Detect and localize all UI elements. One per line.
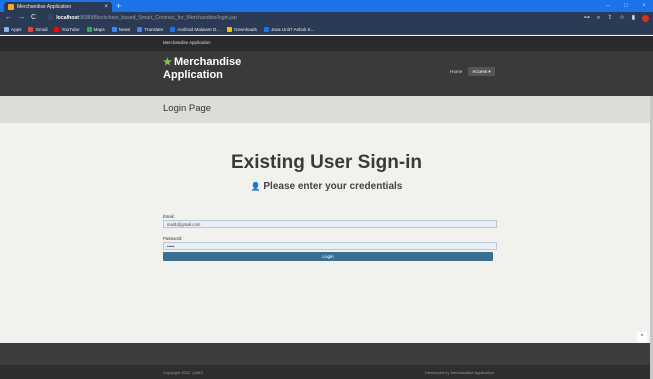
reload-button[interactable]: C (31, 12, 36, 24)
browser-tabstrip: Merchandise Application × + – □ × (0, 0, 653, 12)
side-panel-icon[interactable]: ▮ (632, 12, 635, 24)
developed-by-text: Developed by Merchandise Application (425, 370, 494, 375)
folder-icon (227, 26, 233, 32)
password-label: Password: (163, 236, 183, 241)
zoom-icon[interactable]: ⌕ (597, 12, 600, 24)
browser-tab[interactable]: Merchandise Application × (4, 2, 112, 12)
url-path: :8080/Blockchain_based_Smart_Contract_fo… (78, 15, 237, 21)
toolbar-icons: ⊶ ⌕ ⇪ ☆ ▮ (584, 12, 649, 24)
bookmark-news[interactable]: News (111, 26, 130, 32)
page-title-band: Login Page (0, 96, 653, 123)
apps-grid-icon (4, 26, 9, 32)
password-field[interactable]: ••••• (163, 242, 497, 250)
close-window-button[interactable]: × (635, 0, 653, 12)
bookmark-page-icon (170, 26, 176, 32)
bookmark-downloads[interactable]: Downloads (227, 26, 257, 32)
logo-line-1: Merchandise (173, 56, 242, 68)
bookmark-gmail[interactable]: Gmail (28, 26, 47, 32)
web-page: Merchandise Application ★ Merchandise App… (0, 36, 653, 379)
youtube-icon (54, 26, 60, 32)
login-heading: Existing User Sign-in (230, 152, 423, 173)
bookmark-youtube[interactable]: YouTube (54, 26, 80, 32)
bookmark-star-icon[interactable]: ☆ (619, 12, 624, 24)
share-icon[interactable]: ⇪ (607, 12, 612, 24)
browser-toolbar: ← → C ⓘ localhost:8080/Blockchain_based_S… (0, 12, 653, 24)
user-icon: 👤 (250, 182, 261, 191)
site-info-icon[interactable]: ⓘ (48, 15, 53, 21)
maximize-button[interactable]: □ (617, 0, 635, 12)
translate-icon (137, 26, 143, 32)
login-button[interactable]: Login (163, 252, 493, 261)
news-icon (111, 26, 117, 32)
forward-button[interactable]: → (18, 12, 25, 24)
logo-line-2: Application (163, 69, 223, 81)
url-host: localhost (56, 15, 79, 21)
bookmarks-bar: Apps Gmail YouTube Maps News Translate A… (0, 24, 653, 35)
copyright-text: Copyright 2022. (c)MS (163, 370, 204, 375)
close-tab-icon[interactable]: × (104, 2, 108, 12)
key-icon[interactable]: ⊶ (584, 12, 590, 24)
site-footer: Copyright 2022. (c)MS Developed by Merch… (0, 343, 653, 379)
gmail-icon (28, 26, 34, 32)
footer-bottom-strip (0, 365, 653, 379)
minimize-button[interactable]: – (599, 0, 617, 12)
email-field[interactable]: mail1@gmail.com (163, 220, 497, 228)
bookmark-android-malware[interactable]: Android Malware D... (170, 26, 220, 32)
site-brand-small[interactable]: Merchandise Application (163, 40, 211, 45)
login-subheading: 👤 Please enter your credentials (0, 181, 653, 192)
profile-avatar[interactable] (642, 14, 649, 22)
star-icon: ★ (163, 57, 172, 68)
login-section: Existing User Sign-in 👤 Please enter you… (0, 123, 653, 343)
nav-access-dropdown[interactable]: Access ▾ (468, 67, 495, 76)
site-logo[interactable]: ★ Merchandise Application (163, 56, 241, 81)
window-controls: – □ × (599, 0, 653, 12)
site-top-strip: Merchandise Application (0, 36, 653, 51)
site-favicon-icon (8, 4, 14, 10)
site-navbar: ★ Merchandise Application Home Access ▾ (0, 51, 653, 96)
bookmark-java-unit7[interactable]: Java Unit7 Ashok K... (263, 26, 315, 32)
bookmark-page-icon (263, 26, 269, 32)
bookmark-translate[interactable]: Translate (137, 26, 163, 32)
bookmark-maps[interactable]: Maps (86, 26, 105, 32)
maps-icon (86, 26, 92, 32)
email-label: Email: (163, 214, 175, 219)
scroll-to-top-button[interactable]: ^ (637, 332, 647, 342)
back-button[interactable]: ← (5, 12, 12, 24)
login-subheading-text: Please enter your credentials (263, 181, 403, 192)
tab-title: Merchandise Application (17, 4, 72, 10)
new-tab-button[interactable]: + (116, 0, 121, 12)
site-menu: Home Access ▾ (450, 67, 495, 76)
page-title: Login Page (163, 103, 212, 114)
address-bar[interactable]: ⓘ localhost:8080/Blockchain_based_Smart_C… (48, 13, 548, 23)
nav-home-link[interactable]: Home (450, 67, 462, 76)
bookmark-apps[interactable]: Apps (4, 26, 21, 32)
